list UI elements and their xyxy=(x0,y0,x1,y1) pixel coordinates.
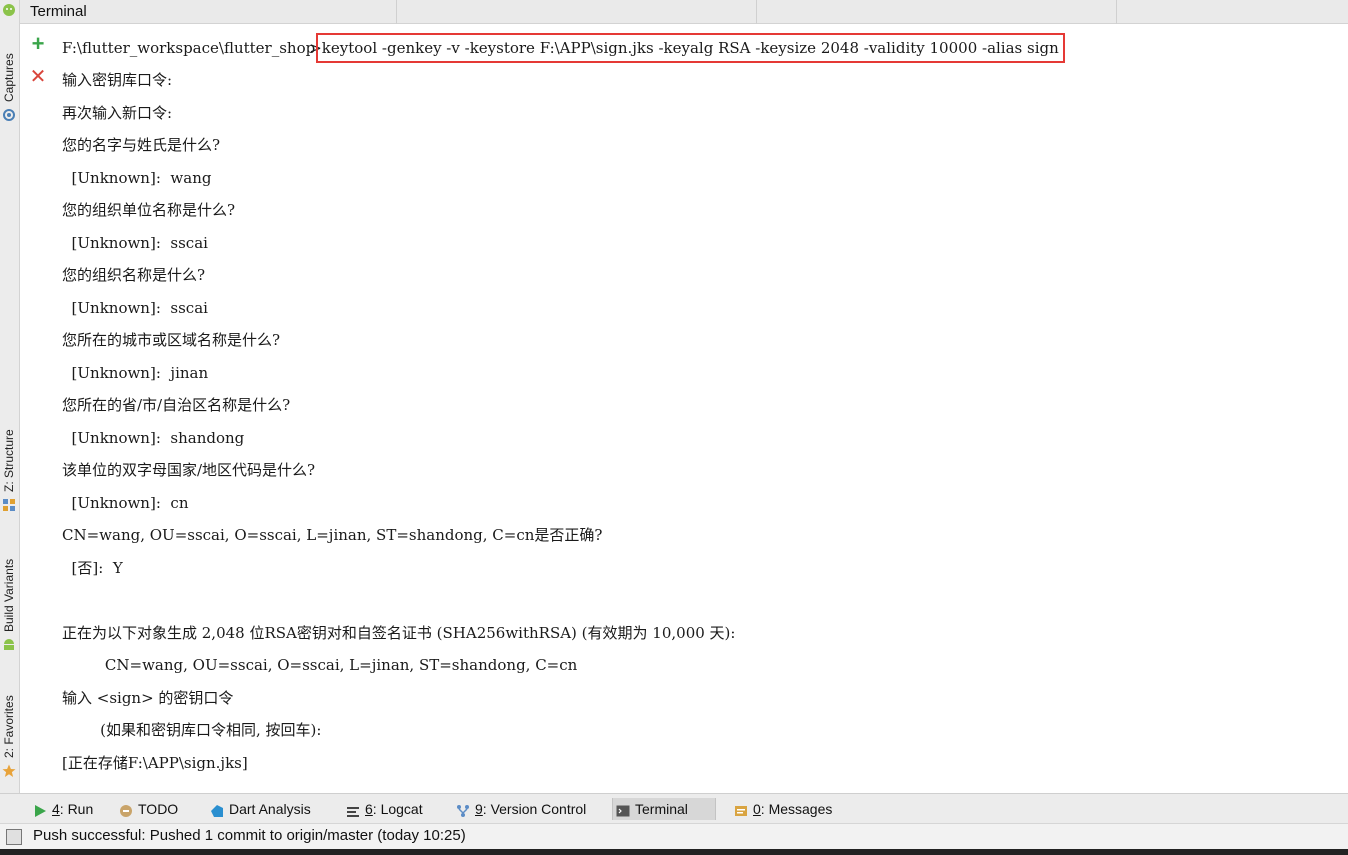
tab-structure-label: Z: Structure xyxy=(2,429,16,492)
tab-messages-number: 0 xyxy=(753,801,761,817)
tab-run[interactable]: 4: Run xyxy=(30,798,93,820)
terminal-output-line: 该单位的双字母国家/地区代码是什么? xyxy=(62,461,316,479)
terminal-title-bar: Terminal xyxy=(20,0,1348,24)
tab-run-label: : Run xyxy=(59,801,94,817)
tab-favorites-label: 2: Favorites xyxy=(2,695,16,758)
terminal-output-line: [正在存储F:\APP\sign.jks] xyxy=(62,753,248,772)
title-divider xyxy=(1116,0,1117,24)
terminal-output-line: 再次输入新口令: xyxy=(62,103,173,122)
android-icon xyxy=(2,638,16,652)
terminal-output-line: [否]: Y xyxy=(62,558,123,577)
terminal-output-line: [Unknown]: wang xyxy=(62,168,212,187)
bottom-tool-tabs: 4: Run TODO Dart Analysis 6: Logcat 9: V… xyxy=(0,793,1348,823)
dart-icon xyxy=(210,802,224,817)
terminal-output-line: 您的组织单位名称是什么? xyxy=(62,201,236,219)
logcat-icon xyxy=(346,802,360,817)
window-title: Terminal xyxy=(30,3,87,20)
command-line: F:\flutter_workspace\flutter_shop>keytoo… xyxy=(62,33,1065,63)
terminal-output-line: 您的名字与姓氏是什么? xyxy=(62,136,221,154)
tab-todo-label: TODO xyxy=(138,801,179,817)
terminal-output-line: [Unknown]: sscai xyxy=(62,233,208,252)
status-bar: Push successful: Pushed 1 commit to orig… xyxy=(0,823,1348,849)
tab-favorites[interactable]: 2: Favorites xyxy=(0,686,20,782)
terminal-output-line: CN=wang, OU=sscai, O=sscai, L=jinan, ST=… xyxy=(62,656,578,674)
capture-icon xyxy=(2,108,16,122)
tab-version-control-number: 9 xyxy=(475,801,483,817)
tab-messages[interactable]: 0: Messages xyxy=(731,798,832,820)
highlighted-command: keytool -genkey -v -keystore F:\APP\sign… xyxy=(315,33,1065,63)
title-divider xyxy=(396,0,397,24)
vcs-icon xyxy=(456,802,470,817)
terminal-output-line: 您所在的城市或区域名称是什么? xyxy=(62,331,281,349)
terminal-output-line: CN=wang, OU=sscai, O=sscai, L=jinan, ST=… xyxy=(62,526,603,544)
terminal-output-line: (如果和密钥库口令相同, 按回车): xyxy=(62,721,322,739)
new-session-add-icon[interactable]: + xyxy=(28,33,48,55)
terminal-output-line: [Unknown]: jinan xyxy=(62,363,209,382)
tab-version-control[interactable]: 9: Version Control xyxy=(453,798,586,820)
tab-terminal[interactable]: Terminal xyxy=(612,798,716,820)
left-tool-strip: Captures Z: Structure Build Variants 2: … xyxy=(0,0,20,793)
terminal-output-line: [Unknown]: sscai xyxy=(62,298,208,317)
terminal-output-line: 输入 <sign> 的密钥口令 xyxy=(62,688,234,707)
structure-icon xyxy=(2,498,16,512)
tab-captures[interactable]: Captures xyxy=(0,48,20,126)
taskbar-edge xyxy=(0,849,1348,855)
tab-logcat-label: : Logcat xyxy=(372,801,423,817)
tab-todo[interactable]: TODO xyxy=(116,798,178,820)
messages-icon xyxy=(734,802,748,816)
tab-messages-label: : Messages xyxy=(760,801,833,817)
close-session-icon[interactable]: ✕ xyxy=(28,67,48,87)
title-divider xyxy=(756,0,757,24)
tab-structure[interactable]: Z: Structure xyxy=(0,418,20,514)
tool-windows-toggle-icon[interactable] xyxy=(6,829,22,845)
run-icon xyxy=(33,802,47,817)
tab-dart-analysis-label: Dart Analysis xyxy=(229,801,311,817)
terminal-output-line: 输入密钥库口令: xyxy=(62,71,173,89)
terminal-output[interactable]: F:\flutter_workspace\flutter_shop>keytoo… xyxy=(62,30,1342,790)
tab-terminal-label: Terminal xyxy=(635,801,688,817)
tab-build-variants[interactable]: Build Variants xyxy=(0,548,20,656)
todo-icon xyxy=(119,802,133,817)
terminal-output-line: 正在为以下对象生成 2,048 位RSA密钥对和自签名证书 (SHA256wit… xyxy=(62,623,736,642)
android-logo-icon xyxy=(2,2,16,16)
terminal-output-line: [Unknown]: cn xyxy=(62,493,189,512)
tab-build-variants-label: Build Variants xyxy=(2,558,16,632)
tab-run-number: 4 xyxy=(52,801,60,817)
terminal-output-line: 您所在的省/市/自治区名称是什么? xyxy=(62,396,291,414)
status-message[interactable]: Push successful: Pushed 1 commit to orig… xyxy=(33,827,466,844)
terminal-output-line: 您的组织名称是什么? xyxy=(62,266,206,284)
terminal-icon xyxy=(616,802,630,817)
tab-dart-analysis[interactable]: Dart Analysis xyxy=(207,798,311,820)
terminal-output-line: [Unknown]: shandong xyxy=(62,428,245,447)
tab-version-control-label: : Version Control xyxy=(482,801,587,817)
star-icon xyxy=(2,764,16,778)
terminal-prompt: F:\flutter_workspace\flutter_shop xyxy=(62,39,316,57)
tab-captures-label: Captures xyxy=(2,53,16,102)
tab-logcat-number: 6 xyxy=(365,801,373,817)
tab-logcat[interactable]: 6: Logcat xyxy=(343,798,423,820)
